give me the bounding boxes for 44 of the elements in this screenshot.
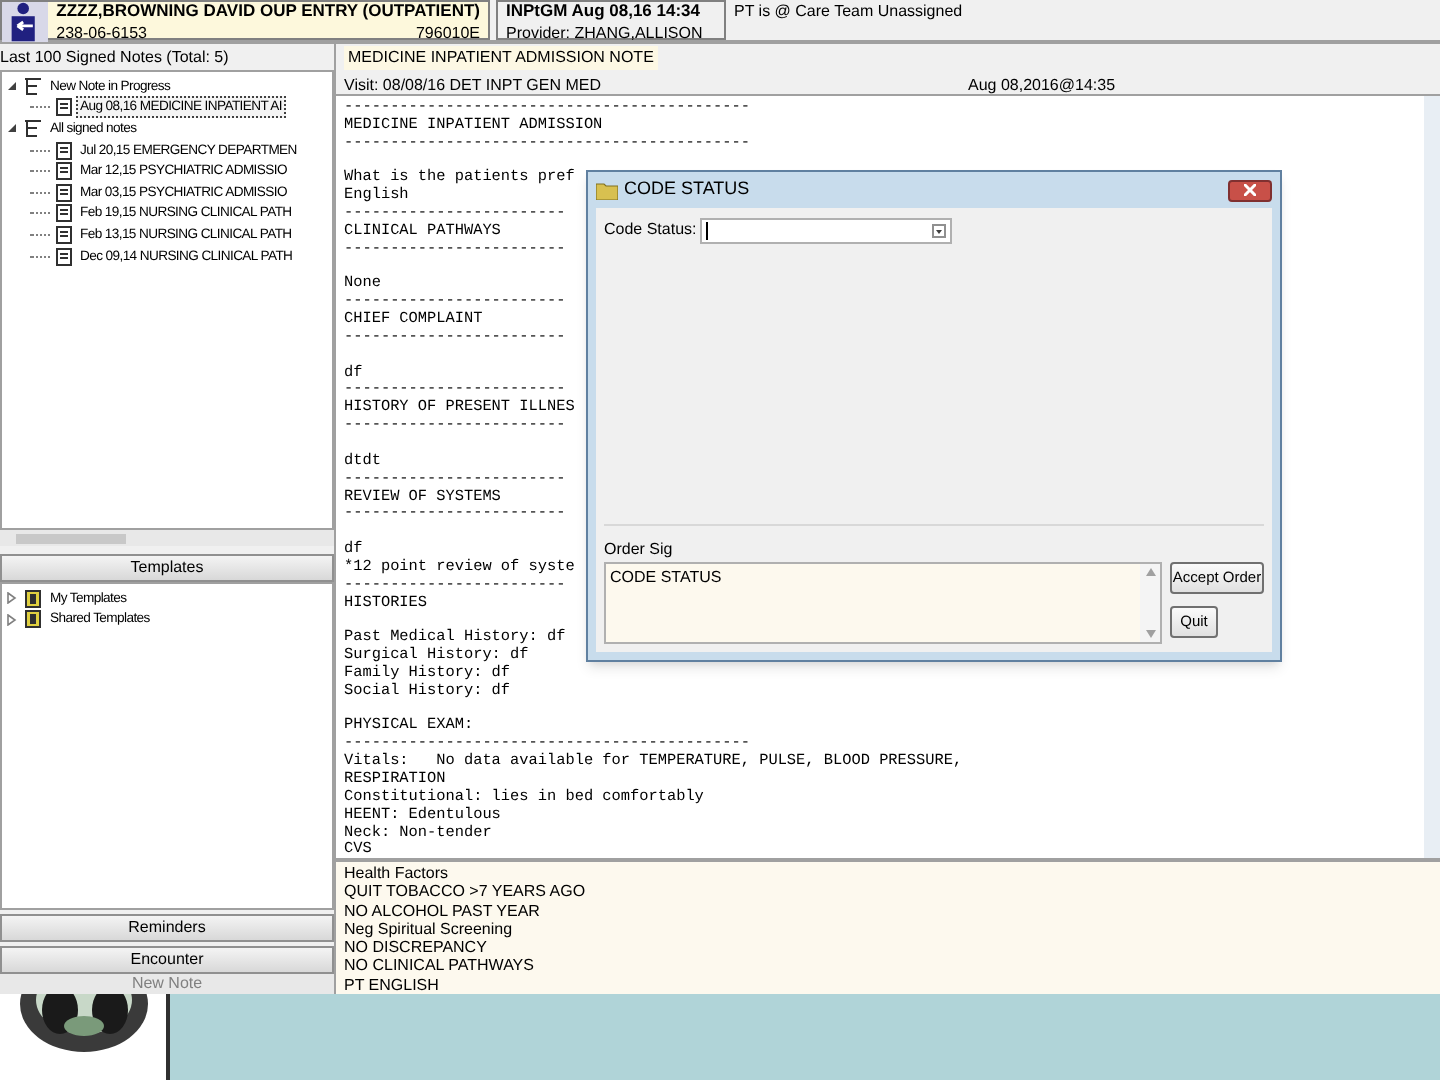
reminder-line: NO ALCOHOL PAST YEAR xyxy=(344,901,540,920)
order-sig-label: Order Sig xyxy=(604,538,675,562)
dropdown-arrow-icon[interactable] xyxy=(932,223,946,237)
note-date: Aug 08,2016@14:35 xyxy=(968,73,1116,94)
visit-text: Visit: 08/08/16 DET INPT GEN MED xyxy=(344,73,603,94)
order-sig-text: CODE STATUS xyxy=(608,566,724,588)
side-panel-bar[interactable]: Encounter xyxy=(0,946,334,974)
provider-name: Provider: ZHANG,ALLISON xyxy=(506,24,705,42)
reminder-line: Neg Spiritual Screening xyxy=(344,919,513,939)
horizontal-scrollbar[interactable] xyxy=(0,530,334,546)
order-sig-field[interactable]: CODE STATUS xyxy=(604,562,1162,644)
care-team-text: PT is @ Care Team Unassigned xyxy=(734,0,963,20)
notes-list-title: Last 100 Signed Notes (Total: 5) xyxy=(0,46,231,70)
patient-name: ZZZZ,BROWNING DAVID OUP ENTRY (OUTPATIENT) xyxy=(56,2,480,20)
note-icon xyxy=(56,98,72,117)
note-icon xyxy=(56,247,72,266)
reminder-line: NO CLINICAL PATHWAYS xyxy=(344,956,534,976)
scroll-up-icon[interactable] xyxy=(1145,568,1155,576)
vertical-scrollbar[interactable] xyxy=(1140,564,1160,642)
folder-icon xyxy=(596,181,618,199)
templates-bar[interactable]: Templates xyxy=(0,554,334,582)
collapsed-triangle[interactable] xyxy=(6,592,18,605)
code-status-label: Code Status: xyxy=(604,218,699,242)
note-title: MEDICINE INPATIENT ADMISSION NOTE xyxy=(344,46,658,71)
close-icon xyxy=(1244,184,1256,196)
close-button[interactable] xyxy=(1228,179,1272,201)
reminder-line: Health Factors xyxy=(344,863,449,883)
patient-ssn: 238-06-6153 xyxy=(56,24,147,42)
expanded-triangle[interactable] xyxy=(6,80,18,93)
tree-icon xyxy=(24,119,42,138)
person-icon xyxy=(2,2,49,42)
reminder-line: PT ENGLISH xyxy=(344,975,439,994)
dialog-title: CODE STATUS xyxy=(624,176,750,203)
reminder-line: QUIT TOBACCO >7 YEARS AGO xyxy=(344,882,586,902)
side-panel-bar[interactable]: Reminders xyxy=(0,914,334,942)
patient-panel[interactable]: ZZZZ,BROWNING DAVID OUP ENTRY (OUTPATIENT) 238-06-6153 796010E xyxy=(0,0,490,40)
expanded-triangle[interactable] xyxy=(6,122,18,135)
reminder-line: NO DISCREPANCY xyxy=(344,938,487,957)
encounter-location: INPtGM Aug 08,16 14:34 xyxy=(506,2,702,20)
collapsed-triangle[interactable] xyxy=(6,613,18,626)
tree-icon xyxy=(24,77,42,96)
encounter-panel[interactable]: INPtGM Aug 08,16 14:34 Provider: ZHANG,ALLISON xyxy=(496,0,726,40)
scroll-down-icon[interactable] xyxy=(1145,630,1155,638)
patient-code: 796010E xyxy=(415,24,480,42)
